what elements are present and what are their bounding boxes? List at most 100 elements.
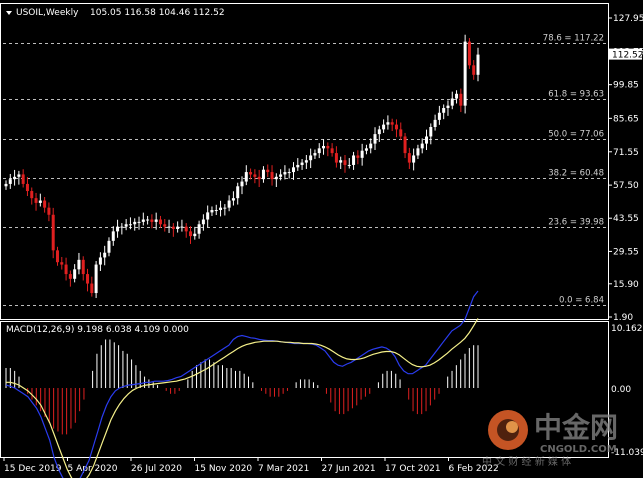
candle-body (403, 136, 407, 154)
candle-body (64, 264, 68, 275)
candle-body (261, 169, 265, 180)
candle-body (476, 54, 480, 75)
candle-body (137, 221, 141, 223)
price-tick-label: 99.85 (613, 81, 639, 91)
candle-body (296, 164, 300, 168)
candle-body (90, 283, 94, 294)
candle-body (219, 207, 223, 211)
candle-body (141, 219, 145, 222)
candle-body (257, 176, 261, 180)
price-tick-label: 29.55 (613, 247, 639, 257)
candle-body (446, 105, 450, 109)
candles (4, 34, 480, 299)
candle-body (420, 143, 424, 149)
candle-body (309, 155, 313, 161)
candle-body (352, 155, 356, 165)
time-tick-label: 15 Nov 2020 (195, 464, 253, 474)
candle-body (30, 191, 34, 199)
candle-body (13, 176, 17, 180)
candle-body (201, 219, 205, 225)
trading-chart[interactable]: USOIL,Weekly 105.05 116.58 104.46 112.52… (0, 0, 643, 478)
candle-body (399, 129, 403, 137)
candle-body (270, 172, 274, 180)
candle-body (249, 172, 253, 175)
candle-body (467, 41, 471, 66)
candle-body (223, 207, 227, 209)
current-price-tag: 112.52 (609, 48, 643, 61)
time-tick-label: 26 Jul 2020 (131, 464, 182, 474)
candle-body (455, 93, 459, 99)
fib-level-label: 23.6 = 39.98 (548, 218, 604, 228)
candle-body (47, 207, 51, 215)
candle-body (330, 148, 334, 154)
watermark-name: 中金网 (534, 411, 618, 444)
candle-body (107, 240, 111, 253)
candle-body (236, 186, 240, 199)
candle-body (240, 181, 244, 187)
candle-body (167, 226, 171, 228)
candle-body (326, 145, 330, 149)
candle-body (120, 226, 124, 228)
time-tick-label: 15 Dec 2019 (4, 464, 62, 474)
candle-body (163, 224, 167, 227)
chart-ohlc: 105.05 116.58 104.46 112.52 (90, 8, 225, 18)
fib-level-label: 0.0 = 6.84 (559, 296, 604, 306)
time-tick-label: 27 Jun 2021 (322, 464, 376, 474)
candle-body (442, 108, 446, 113)
candle-body (111, 231, 115, 241)
candle-body (317, 148, 321, 154)
price-tick-label: 1.90 (613, 313, 633, 323)
candle-body (463, 41, 467, 106)
candle-body (407, 153, 411, 163)
macd-label: MACD(12,26,9) 9.198 6.038 4.109 0.000 (6, 325, 189, 335)
candle-body (146, 219, 150, 221)
candle-body (334, 153, 338, 163)
candle-body (154, 219, 158, 222)
price-tick-label: 71.55 (613, 148, 639, 158)
candle-body (197, 224, 201, 234)
candle-body (17, 174, 21, 177)
candle-body (150, 219, 154, 222)
candle-body (347, 164, 351, 166)
candle-body (68, 274, 72, 279)
candle-body (304, 160, 308, 163)
watermark: 中金网 CNGOLD.COM 中 文 财 经 新 媒 体 (482, 410, 618, 468)
candle-body (116, 226, 120, 232)
candle-body (128, 224, 132, 226)
candle-body (180, 226, 184, 228)
candle-body (429, 126, 433, 137)
candle-body (21, 174, 25, 184)
candle-body (459, 93, 463, 106)
fib-level-label: 78.6 = 117.22 (543, 34, 604, 44)
symbol-menu-arrow-icon[interactable] (6, 11, 12, 15)
candle-body (60, 262, 64, 265)
candle-body (313, 153, 317, 156)
chart-symbol: USOIL,Weekly (16, 8, 79, 18)
candle-body (98, 257, 102, 265)
candle-body (416, 148, 420, 156)
candle-body (356, 155, 360, 158)
candle-body (437, 112, 441, 120)
candle-body (364, 148, 368, 151)
candle-body (425, 136, 429, 144)
candle-body (73, 269, 77, 279)
candle-body (214, 210, 218, 212)
candle-body (343, 160, 347, 165)
price-panel-frame (0, 3, 609, 320)
candle-body (373, 134, 377, 144)
candle-body (206, 212, 210, 220)
candle-body (291, 167, 295, 173)
candle-body (287, 172, 291, 174)
candle-body (4, 183, 8, 187)
watermark-url: CNGOLD.COM (540, 444, 617, 455)
candle-body (94, 264, 98, 294)
fib-level-label: 50.0 = 77.06 (548, 130, 604, 140)
candle-body (231, 198, 235, 201)
candle-body (77, 259, 81, 270)
candle-body (433, 119, 437, 127)
price-tick-label: 127.95 (613, 14, 643, 24)
candle-body (55, 250, 59, 263)
candle-body (253, 174, 257, 177)
candle-body (133, 221, 137, 225)
candle-body (8, 179, 12, 184)
